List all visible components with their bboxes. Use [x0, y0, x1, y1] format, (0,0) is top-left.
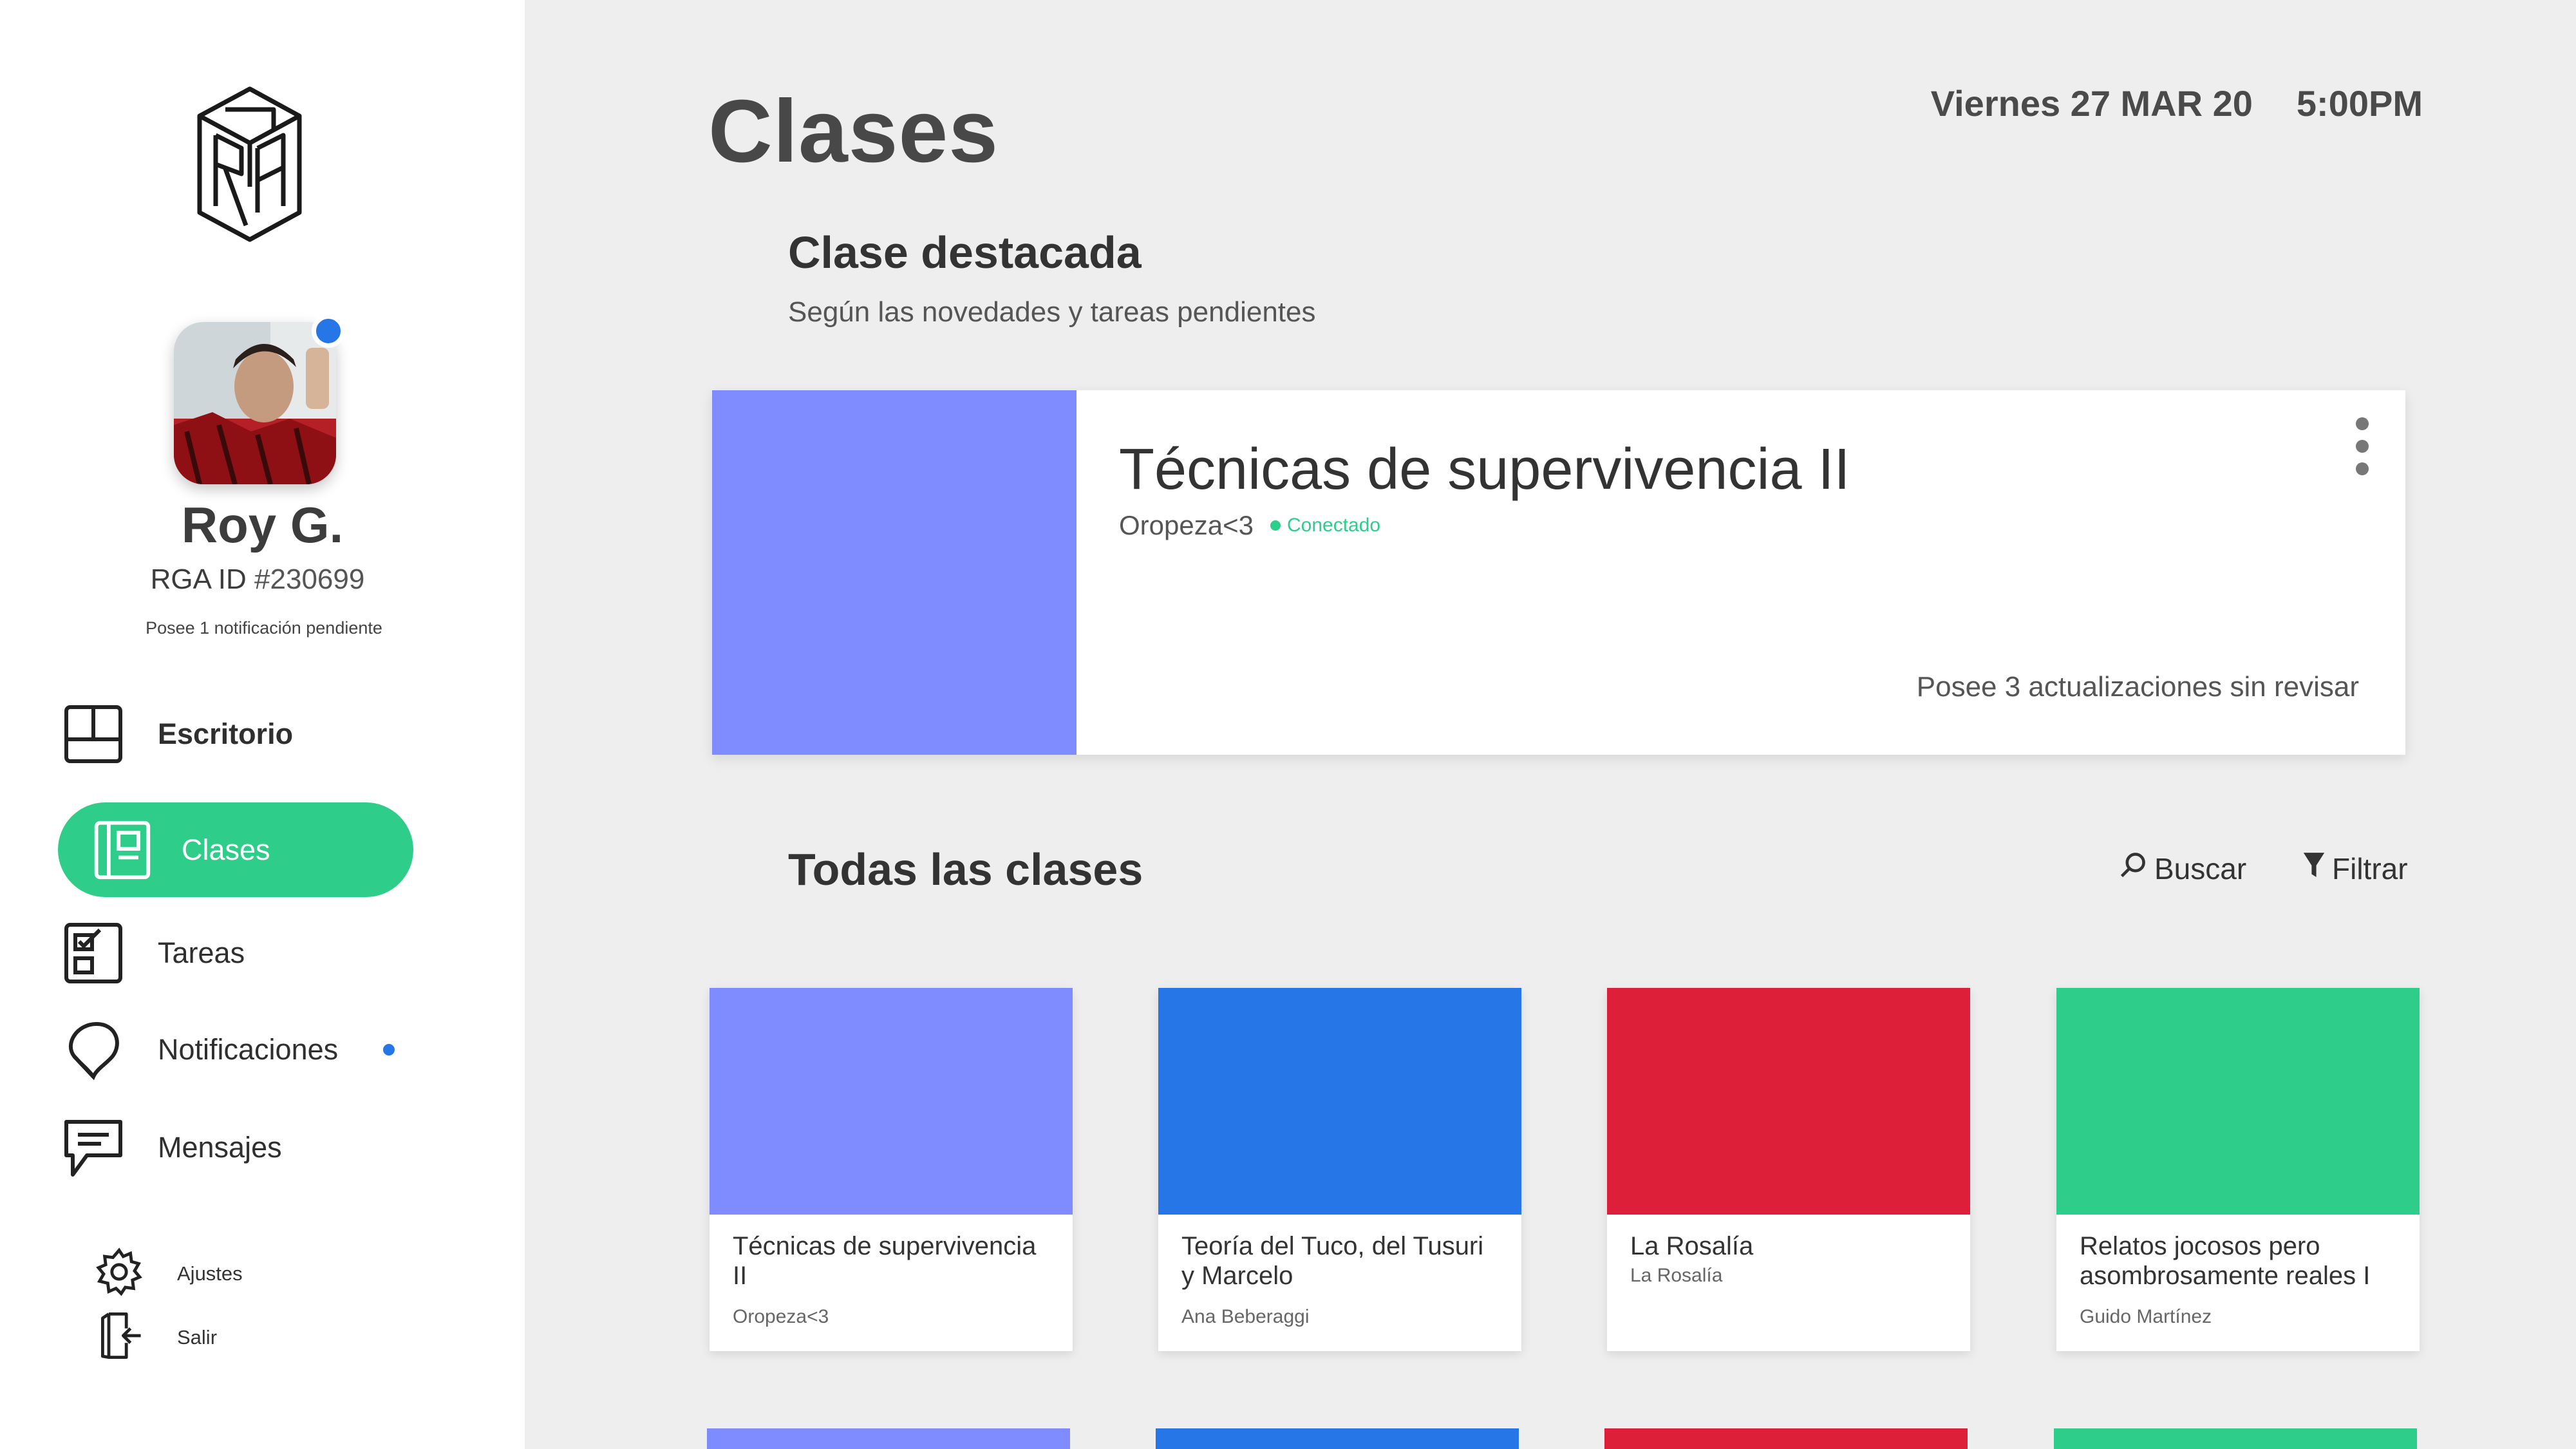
settings-label: Ajustes — [177, 1262, 243, 1285]
user-id-prefix: RGA ID — [150, 564, 247, 595]
notification-dot — [383, 1044, 395, 1056]
class-card-title: Relatos jocosos pero asombrosamente real… — [2080, 1232, 2371, 1290]
featured-class-cover — [712, 390, 1076, 755]
app-logo-icon[interactable] — [187, 84, 312, 245]
logout-link[interactable]: Salir — [93, 1310, 217, 1365]
search-label: Buscar — [2154, 851, 2247, 886]
gear-icon — [93, 1246, 145, 1301]
sidebar-item-escritorio[interactable]: Escritorio — [58, 689, 444, 779]
class-card[interactable]: La Rosalía La Rosalía — [1607, 988, 1970, 1351]
class-card-partial[interactable] — [1604, 1428, 1968, 1449]
user-id-number: #230699 — [254, 564, 365, 595]
class-card-title: La Rosalía — [1630, 1232, 1754, 1260]
featured-class-teacher: Oropeza<3 — [1119, 510, 1254, 540]
sidebar-item-notificaciones[interactable]: Notificaciones — [58, 1005, 444, 1095]
class-card-partial[interactable] — [2054, 1428, 2417, 1449]
user-id: RGA ID #230699 — [0, 564, 515, 596]
app-root: Roy G. RGA ID #230699 Posee 1 notificaci… — [0, 0, 2576, 1449]
sidebar-item-label: Notificaciones — [158, 1033, 339, 1066]
filter-icon — [2302, 850, 2332, 887]
current-time: 5:00PM — [2296, 83, 2423, 124]
desktop-icon — [58, 699, 129, 770]
search-icon — [2118, 850, 2154, 887]
class-card-partial[interactable] — [707, 1428, 1070, 1449]
user-name: Roy G. — [181, 497, 344, 553]
status-badge: Conectado — [1270, 515, 1380, 536]
class-card[interactable]: Técnicas de supervivencia II Oropeza<3 — [710, 988, 1073, 1351]
logout-icon — [93, 1310, 145, 1365]
filter-label: Filtrar — [2332, 851, 2408, 886]
class-card[interactable]: Teoría del Tuco, del Tusuri y Marcelo An… — [1158, 988, 1521, 1351]
sidebar-item-clases[interactable]: Clases — [58, 802, 413, 897]
date-time: Viernes 27 MAR 20 5:00PM — [1931, 82, 2423, 124]
class-card-teacher: La Rosalía — [1630, 1265, 1723, 1286]
featured-section-subtitle: Según las novedades y tareas pendientes — [788, 296, 1316, 328]
class-card-partial[interactable] — [1156, 1428, 1519, 1449]
bell-icon — [58, 1014, 129, 1085]
class-card-cover — [2056, 988, 2420, 1215]
sidebar-item-label: Tareas — [158, 936, 245, 969]
status-label: Conectado — [1286, 515, 1381, 536]
featured-class-card[interactable]: Técnicas de supervivencia II Oropeza<3 C… — [712, 390, 2405, 755]
avatar[interactable] — [174, 322, 336, 484]
more-options-icon[interactable] — [2353, 417, 2372, 475]
book-icon — [90, 818, 155, 882]
sidebar-item-mensajes[interactable]: Mensajes — [58, 1103, 444, 1193]
message-icon — [58, 1112, 129, 1183]
current-date: Viernes 27 MAR 20 — [1930, 83, 2253, 124]
page-title: Clases — [708, 82, 999, 181]
class-card-cover — [710, 988, 1073, 1215]
sidebar-item-label: Escritorio — [158, 717, 294, 750]
featured-class-updates: Posee 3 actualizaciones sin revisar — [1916, 671, 2359, 703]
class-card-title: Teoría del Tuco, del Tusuri y Marcelo — [1181, 1232, 1484, 1290]
featured-class-title: Técnicas de supervivencia II — [1119, 437, 1850, 502]
all-classes-title: Todas las clases — [788, 844, 1143, 895]
sidebar-item-label: Mensajes — [158, 1131, 282, 1164]
pending-notification-text: Posee 1 notificación pendiente — [146, 618, 382, 638]
class-card[interactable]: Relatos jocosos pero asombrosamente real… — [2056, 988, 2420, 1351]
sidebar-item-label: Clases — [182, 833, 270, 866]
class-card-teacher: Oropeza<3 — [733, 1306, 829, 1327]
class-card-teacher: Ana Beberaggi — [1181, 1306, 1310, 1327]
checklist-icon — [58, 918, 129, 989]
class-card-cover — [1158, 988, 1521, 1215]
search-button[interactable]: Buscar — [2118, 850, 2246, 887]
logout-label: Salir — [177, 1325, 218, 1349]
featured-section-title: Clase destacada — [788, 227, 1142, 278]
status-dot-icon — [1270, 520, 1281, 531]
sidebar: Roy G. RGA ID #230699 Posee 1 notificaci… — [0, 0, 525, 1449]
featured-class-meta: Oropeza<3 Conectado — [1119, 510, 1380, 541]
class-card-cover — [1607, 988, 1970, 1215]
settings-link[interactable]: Ajustes — [93, 1246, 243, 1301]
online-status-dot — [312, 314, 345, 348]
filter-button[interactable]: Filtrar — [2302, 850, 2408, 887]
user-avatar-container[interactable] — [174, 314, 345, 487]
sidebar-item-tareas[interactable]: Tareas — [58, 908, 444, 998]
class-card-title: Técnicas de supervivencia II — [733, 1232, 1037, 1290]
class-card-teacher: Guido Martínez — [2080, 1306, 2212, 1327]
